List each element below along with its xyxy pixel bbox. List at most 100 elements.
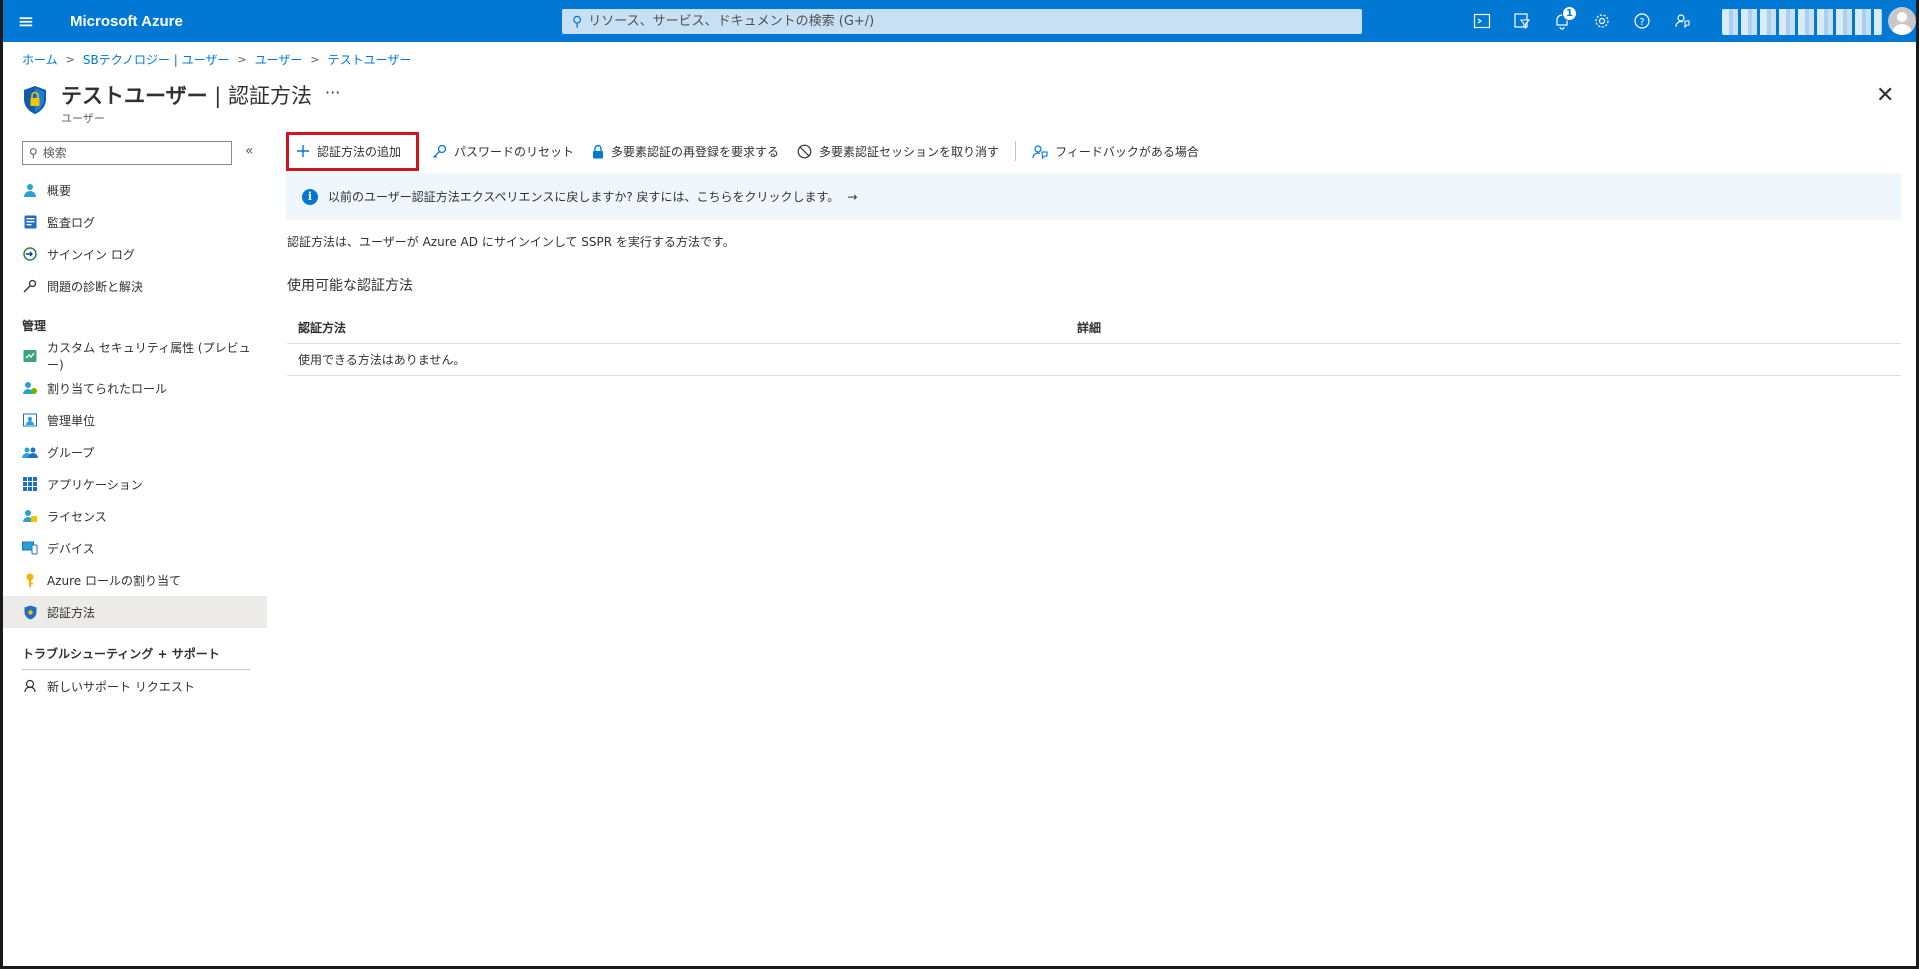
sidebar-item-label: 問題の診断と解決 — [47, 279, 144, 294]
page-subtitle: ユーザー — [61, 112, 105, 125]
sidebar-item-auth-methods[interactable]: 認証方法 — [3, 596, 267, 628]
support-request-icon — [22, 678, 38, 694]
plus-icon — [296, 144, 310, 158]
info-icon: i — [302, 188, 318, 205]
sidebar-item-groups[interactable]: グループ — [3, 436, 267, 468]
groups-icon — [22, 444, 38, 460]
account-info-redacted[interactable] — [1722, 9, 1882, 35]
search-icon: ⚲ — [29, 146, 38, 160]
custom-attribute-icon — [22, 348, 38, 364]
sidebar-item-signin-log[interactable]: サインイン ログ — [3, 238, 267, 270]
sidebar-item-devices[interactable]: デバイス — [3, 532, 267, 564]
add-auth-method-label: 認証方法の追加 — [317, 144, 402, 159]
signin-log-icon — [22, 246, 38, 262]
wrench-icon — [22, 278, 38, 294]
info-banner-text[interactable]: 以前のユーザー認証方法エクスペリエンスに戻しますか? 戻すには、こちらをクリック… — [328, 188, 839, 205]
global-search-input[interactable] — [588, 14, 1349, 29]
sidebar-item-label: ライセンス — [47, 509, 107, 524]
feedback-button[interactable]: フィードバックがある場合 — [1023, 134, 1208, 168]
admin-unit-icon — [22, 412, 38, 428]
top-bar: ≡ Microsoft Azure ⚲ 1 ? — [0, 0, 1919, 42]
sidebar-item-assigned-roles[interactable]: 割り当てられたロール — [3, 372, 267, 404]
feedback-icon[interactable] — [1662, 0, 1702, 42]
sidebar-item-label: 概要 — [47, 183, 72, 198]
revoke-mfa-sessions-label: 多要素認証セッションを取り消す — [819, 144, 1000, 159]
notification-badge: 1 — [1562, 6, 1577, 21]
sidebar-item-audit-log[interactable]: 監査ログ — [3, 206, 267, 238]
breadcrumb-tenant-users[interactable]: SBテクノロジー | ユーザー — [83, 51, 230, 68]
more-options-icon[interactable]: ··· — [325, 83, 340, 102]
sidebar-item-applications[interactable]: アプリケーション — [3, 468, 267, 500]
page-title-section: 認証方法 — [228, 84, 313, 108]
require-reregister-mfa-button[interactable]: 多要素認証の再登録を要求する — [583, 134, 788, 168]
toolbar-divider — [1015, 141, 1017, 161]
sidebar-item-label: Azure ロールの割り当て — [47, 573, 181, 588]
help-icon[interactable]: ? — [1622, 0, 1662, 42]
info-banner[interactable]: i 以前のユーザー認証方法エクスペリエンスに戻しますか? 戻すには、こちらをクリ… — [286, 173, 1901, 220]
breadcrumb-test-user[interactable]: テストユーザー — [328, 51, 412, 68]
sidebar-item-overview[interactable]: 概要 — [3, 174, 267, 206]
sidebar-item-label: サインイン ログ — [47, 247, 135, 262]
section-support-heading: トラブルシューティング + サポート — [22, 647, 220, 661]
breadcrumb-users[interactable]: ユーザー — [255, 51, 303, 68]
devices-icon — [22, 540, 38, 556]
section-manage-heading: 管理 — [22, 319, 47, 333]
reset-password-button[interactable]: パスワードのリセット — [423, 134, 583, 168]
breadcrumb-home[interactable]: ホーム — [22, 51, 58, 68]
reset-password-label: パスワードのリセット — [454, 144, 575, 159]
settings-icon[interactable] — [1582, 0, 1622, 42]
sidebar-item-custom-attributes[interactable]: カスタム セキュリティ属性 (プレビュー) — [3, 340, 267, 372]
sidebar-search[interactable]: ⚲ — [22, 141, 232, 165]
feedback-icon — [1032, 144, 1048, 159]
licenses-icon — [22, 508, 38, 524]
table-row: 使用できる方法はありません。 — [287, 344, 1901, 376]
add-auth-method-button[interactable]: 認証方法の追加 — [286, 131, 420, 171]
lock-icon — [592, 144, 604, 159]
directory-filter-icon[interactable] — [1502, 0, 1542, 42]
sidebar-item-azure-role-assignments[interactable]: Azure ロールの割り当て — [3, 564, 267, 596]
close-icon[interactable]: ✕ — [1876, 83, 1894, 108]
command-bar: 認証方法の追加 パスワードのリセット 多要素認証の再登録を要求する 多要素認証セ… — [286, 131, 1208, 171]
assigned-roles-icon — [22, 380, 38, 396]
auth-methods-description: 認証方法は、ユーザーが Azure AD にサインインして SSPR を実行する… — [287, 235, 735, 249]
column-header-details: 詳細 — [1077, 320, 1102, 335]
avatar[interactable] — [1888, 7, 1916, 35]
chevron-right-icon: > — [65, 53, 75, 66]
applications-icon — [22, 476, 38, 492]
audit-log-icon — [22, 214, 38, 230]
cloud-shell-icon[interactable] — [1462, 0, 1502, 42]
key-icon — [432, 144, 447, 159]
key-icon — [22, 572, 38, 588]
shield-lock-icon — [24, 86, 46, 114]
svg-text:?: ? — [1639, 17, 1644, 28]
sidebar-item-label: 管理単位 — [47, 413, 96, 428]
sidebar-item-label: アプリケーション — [47, 477, 143, 492]
sidebar-item-diagnose[interactable]: 問題の診断と解決 — [3, 270, 267, 302]
notification-icon[interactable]: 1 — [1542, 0, 1582, 42]
sidebar-item-label: 監査ログ — [47, 215, 96, 230]
auth-methods-table: 認証方法 詳細 使用できる方法はありません。 — [287, 311, 1901, 376]
block-icon — [797, 144, 812, 159]
sidebar-item-label: カスタム セキュリティ属性 (プレビュー) — [46, 341, 251, 372]
chevron-right-icon: > — [237, 53, 247, 66]
page-title-separator: | — [207, 84, 229, 108]
sidebar-item-admin-units[interactable]: 管理単位 — [3, 404, 267, 436]
sidebar-item-label: デバイス — [47, 541, 95, 556]
chevron-right-icon: > — [310, 53, 320, 66]
feedback-label: フィードバックがある場合 — [1055, 144, 1199, 159]
sidebar-item-new-support-request[interactable]: 新しいサポート リクエスト — [3, 670, 267, 702]
search-icon: ⚲ — [572, 13, 583, 30]
hamburger-menu-icon[interactable]: ≡ — [0, 0, 52, 42]
page-title-main: テストユーザー — [61, 84, 208, 108]
usable-methods-heading: 使用可能な認証方法 — [287, 278, 413, 294]
revoke-mfa-sessions-button[interactable]: 多要素認証セッションを取り消す — [788, 134, 1008, 168]
global-search[interactable]: ⚲ — [562, 9, 1362, 34]
user-icon — [22, 182, 38, 198]
collapse-sidebar-icon[interactable]: « — [245, 143, 254, 159]
brand-title[interactable]: Microsoft Azure — [70, 13, 183, 30]
sidebar-item-licenses[interactable]: ライセンス — [3, 500, 267, 532]
breadcrumb: ホーム > SBテクノロジー | ユーザー > ユーザー > テストユーザー — [22, 51, 411, 68]
sidebar-item-label: 認証方法 — [47, 605, 96, 620]
arrow-right-icon[interactable]: → — [847, 190, 857, 204]
sidebar-search-input[interactable] — [42, 146, 223, 160]
